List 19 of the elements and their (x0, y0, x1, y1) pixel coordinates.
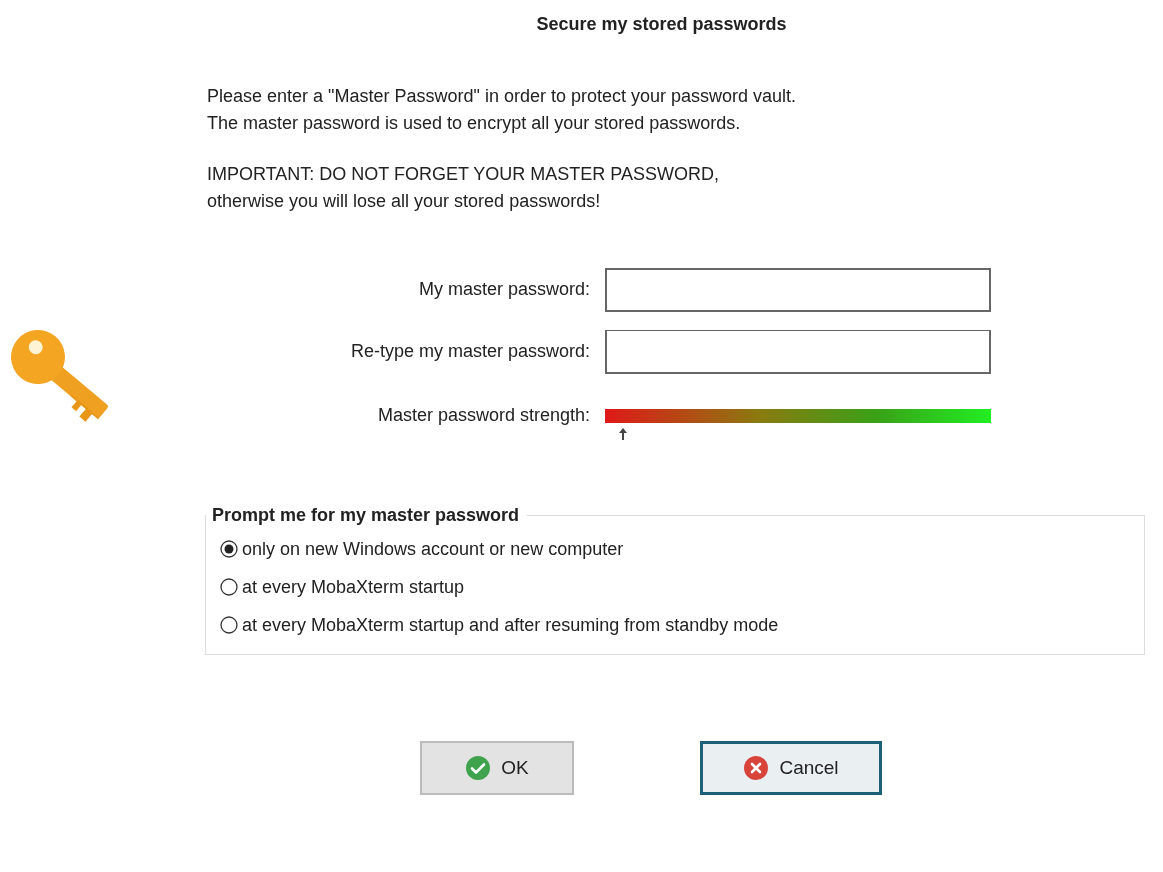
option-label[interactable]: at every MobaXterm startup (242, 576, 465, 598)
cancel-button[interactable]: Cancel (700, 741, 882, 795)
radio-button[interactable] (220, 616, 238, 634)
radio-button[interactable] (220, 578, 238, 596)
dialog-title: Secure my stored passwords (535, 13, 788, 35)
ok-button[interactable]: OK (420, 741, 574, 795)
field-label: Re-type my master password: (349, 341, 590, 362)
strength-label: Master password strength: (376, 405, 590, 427)
option-label[interactable]: at every MobaXterm startup and after resuming from standby mode (242, 614, 779, 636)
group-title: Prompt me for my master password (211, 505, 521, 526)
password-field[interactable] (605, 267, 991, 312)
check-icon (465, 755, 492, 781)
option-label[interactable]: only on new Windows account or new computer (242, 538, 624, 560)
field-label: My master password: (417, 279, 590, 301)
instruction-text: Please enter a "Master Password" in order to protect your password vault. The master password is used to encrypt all your stored passwords. (207, 85, 798, 135)
instruction-text: IMPORTANT: DO NOT FORGET YOUR MASTER PASSWORD, otherwise you will lose all your stored passwords! (207, 163, 721, 213)
close-icon (743, 755, 770, 781)
radio-button[interactable] (220, 540, 238, 558)
password-field[interactable] (605, 330, 991, 374)
